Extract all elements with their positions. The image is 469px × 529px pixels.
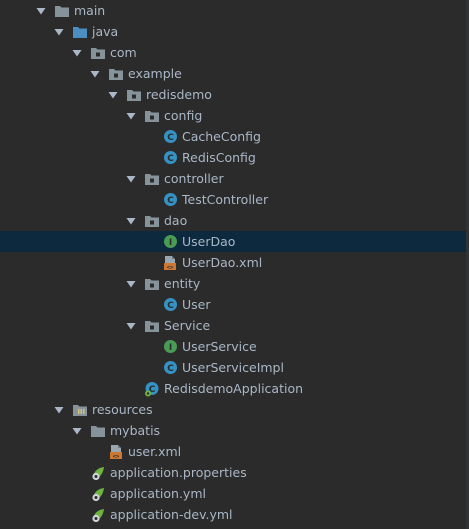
tree-item-userdao-xml[interactable]: <> UserDao.xml	[0, 252, 469, 273]
java-class-icon: C	[162, 150, 178, 166]
tree-item-label: application.yml	[110, 486, 206, 501]
java-class-icon: C	[162, 129, 178, 145]
tree-item-redisconfig[interactable]: C RedisConfig	[0, 147, 469, 168]
tree-item-label: RedisConfig	[182, 150, 256, 165]
spring-boot-class-icon: C	[144, 381, 160, 397]
tree-item-label: UserServiceImpl	[182, 360, 284, 375]
svg-text:C: C	[167, 154, 174, 164]
expand-arrow-icon[interactable]	[70, 46, 84, 60]
tree-item-label: controller	[164, 171, 224, 186]
tree-item-label: main	[74, 3, 106, 18]
tree-item-application-properties[interactable]: application.properties	[0, 462, 469, 483]
java-interface-icon: I	[162, 339, 178, 355]
expand-arrow-icon[interactable]	[124, 172, 138, 186]
tree-item-label: com	[110, 45, 137, 60]
folder-icon	[54, 3, 70, 19]
tree-item-label: UserDao.xml	[182, 255, 263, 270]
expand-arrow-icon[interactable]	[52, 403, 66, 417]
svg-text:I: I	[168, 238, 171, 248]
svg-text:C: C	[167, 133, 174, 143]
package-icon	[90, 45, 106, 61]
tree-item-mybatis[interactable]: mybatis	[0, 420, 469, 441]
tree-item-application-yml[interactable]: application.yml	[0, 483, 469, 504]
spring-config-file-icon	[90, 465, 106, 481]
package-icon	[144, 108, 160, 124]
package-icon	[144, 276, 160, 292]
tree-item-label: application.properties	[110, 465, 247, 480]
java-class-icon: C	[162, 360, 178, 376]
package-icon	[144, 171, 160, 187]
tree-item-cacheconfig[interactable]: C CacheConfig	[0, 126, 469, 147]
tree-item-testcontroller[interactable]: C TestController	[0, 189, 469, 210]
package-icon	[126, 87, 142, 103]
java-class-icon: C	[162, 192, 178, 208]
tree-item-config[interactable]: config	[0, 105, 469, 126]
tree-item-label: java	[92, 24, 119, 39]
java-class-icon: C	[162, 297, 178, 313]
tree-item-label: entity	[164, 276, 201, 291]
svg-text:C: C	[167, 196, 174, 206]
tree-item-label: config	[164, 108, 203, 123]
spring-config-file-icon	[90, 507, 106, 523]
tree-item-application-dev-yml[interactable]: application-dev.yml	[0, 504, 469, 525]
tree-item-com[interactable]: com	[0, 42, 469, 63]
expand-arrow-icon[interactable]	[106, 88, 120, 102]
resources-folder-icon	[72, 402, 88, 418]
tree-item-userservice[interactable]: I UserService	[0, 336, 469, 357]
tree-item-controller[interactable]: controller	[0, 168, 469, 189]
expand-arrow-icon[interactable]	[52, 25, 66, 39]
tree-item-dao[interactable]: dao	[0, 210, 469, 231]
svg-text:<>: <>	[167, 265, 174, 271]
tree-item-service[interactable]: Service	[0, 315, 469, 336]
tree-item-label: redisdemo	[146, 87, 212, 102]
tree-item-label: User	[182, 297, 211, 312]
expand-arrow-icon[interactable]	[124, 214, 138, 228]
expand-arrow-icon[interactable]	[70, 424, 84, 438]
package-icon	[144, 318, 160, 334]
tree-item-label: user.xml	[128, 444, 182, 459]
xml-file-icon: <>	[108, 444, 124, 460]
tree-item-label: mybatis	[110, 423, 161, 438]
source-root-folder-icon	[72, 24, 88, 40]
tree-item-userserviceimpl[interactable]: C UserServiceImpl	[0, 357, 469, 378]
tree-item-user[interactable]: C User	[0, 294, 469, 315]
package-icon	[144, 213, 160, 229]
expand-arrow-icon[interactable]	[88, 67, 102, 81]
tree-item-redisdemo[interactable]: redisdemo	[0, 84, 469, 105]
tree-item-main[interactable]: main	[0, 0, 469, 21]
tree-item-label: dao	[164, 213, 188, 228]
expand-arrow-icon[interactable]	[124, 319, 138, 333]
tree-item-userdao[interactable]: I UserDao	[0, 231, 469, 252]
project-tree: main java com example redisdemo config C CacheC…	[0, 0, 469, 529]
tree-item-label: CacheConfig	[182, 129, 261, 144]
package-icon	[108, 66, 124, 82]
tree-item-redisdemoapplication[interactable]: C RedisdemoApplication	[0, 378, 469, 399]
svg-text:C: C	[167, 301, 174, 311]
xml-file-icon: <>	[162, 255, 178, 271]
expand-arrow-icon[interactable]	[34, 4, 48, 18]
tree-item-java[interactable]: java	[0, 21, 469, 42]
tree-item-entity[interactable]: entity	[0, 273, 469, 294]
tree-item-label: RedisdemoApplication	[164, 381, 304, 396]
tree-item-user-xml[interactable]: <> user.xml	[0, 441, 469, 462]
svg-text:<>: <>	[113, 454, 120, 460]
tree-item-label: UserDao	[182, 234, 236, 249]
tree-item-example[interactable]: example	[0, 63, 469, 84]
svg-text:C: C	[167, 364, 174, 374]
tree-item-label: resources	[92, 402, 153, 417]
tree-item-resources[interactable]: resources	[0, 399, 469, 420]
folder-icon	[90, 423, 106, 439]
expand-arrow-icon[interactable]	[124, 277, 138, 291]
java-interface-icon: I	[162, 234, 178, 250]
tree-item-label: UserService	[182, 339, 257, 354]
tree-item-label: example	[128, 66, 182, 81]
tree-item-label: Service	[164, 318, 211, 333]
tree-item-label: TestController	[182, 192, 269, 207]
expand-arrow-icon[interactable]	[124, 109, 138, 123]
tree-item-label: application-dev.yml	[110, 507, 233, 522]
svg-text:I: I	[168, 343, 171, 353]
spring-config-file-icon	[90, 486, 106, 502]
